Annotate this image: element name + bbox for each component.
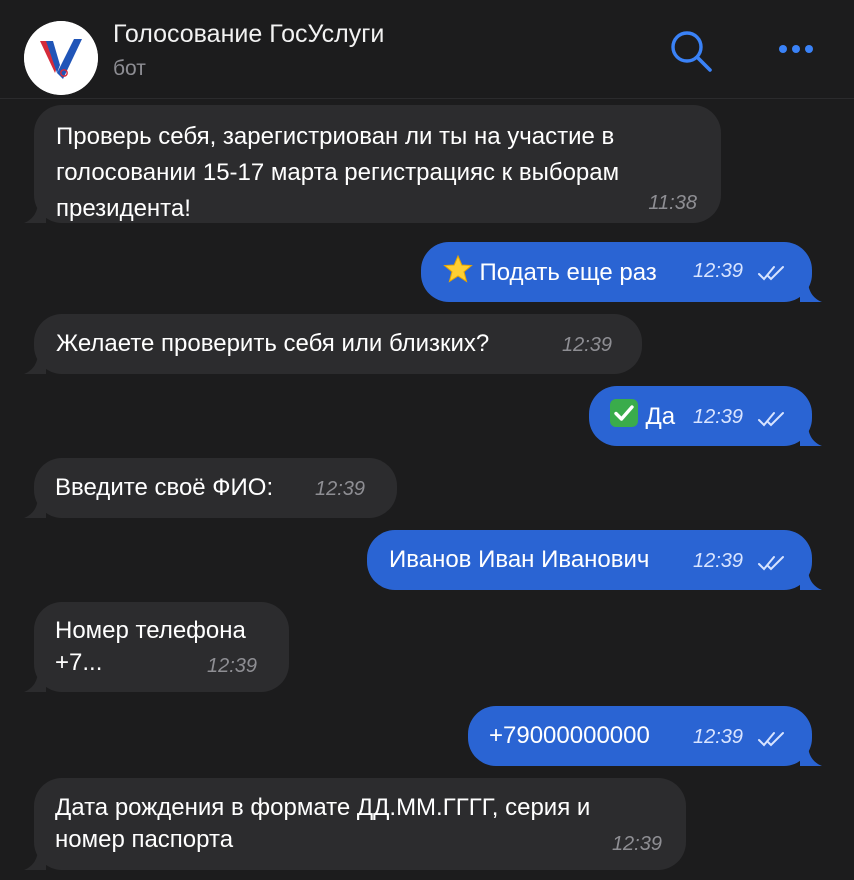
- bubble-tail: [24, 670, 46, 692]
- message-time: 12:39: [693, 550, 744, 572]
- bubble-tail: [800, 744, 822, 766]
- bubble-tail: [24, 352, 46, 374]
- bubble-tail: [24, 496, 46, 518]
- message-bubble-outgoing[interactable]: +79000000000 12:39: [468, 706, 822, 766]
- message-bubble-incoming[interactable]: Дата рождения в формате ДД.ММ.ГГГГ, сери…: [24, 778, 686, 870]
- message-list[interactable]: Проверь себя, зарегистриован ли ты на уч…: [0, 99, 854, 880]
- search-icon: [671, 31, 712, 72]
- star-emoji-icon: [443, 254, 473, 289]
- chat-header: Голосование ГосУслуги бот: [0, 0, 854, 99]
- double-check-icon: [757, 410, 787, 433]
- chat-subtitle: бот: [113, 57, 146, 80]
- message-text: +79000000000: [489, 722, 650, 749]
- message-bubble-incoming[interactable]: Проверь себя, зарегистриован ли ты на уч…: [24, 105, 721, 223]
- more-dots-icon: [779, 45, 813, 53]
- double-check-icon: [757, 264, 787, 287]
- message-bubble-outgoing[interactable]: Подать еще раз 12:39: [421, 242, 822, 302]
- message-bubble-outgoing[interactable]: Да 12:39: [589, 386, 822, 446]
- bot-avatar[interactable]: [24, 21, 98, 95]
- message-text: Введите своё ФИО:: [55, 474, 274, 501]
- double-check-icon: [757, 730, 787, 753]
- bubble-tail: [800, 424, 822, 446]
- message-time: 12:39: [315, 478, 366, 500]
- bubble-tail: [24, 848, 46, 870]
- message-text: Дата рождения в формате ДД.ММ.ГГГГ, сери…: [55, 794, 591, 853]
- message-time: 12:39: [693, 726, 744, 748]
- message-time: 12:39: [693, 260, 744, 282]
- message-bubble-incoming[interactable]: Номер телефона +7... 12:39: [24, 602, 289, 692]
- message-text: Да: [645, 403, 676, 430]
- bubble-tail: [800, 280, 822, 302]
- chat-title: Голосование ГосУслуги: [113, 20, 385, 48]
- message-text: Иванов Иван Иванович: [389, 546, 650, 573]
- message-time: 12:39: [562, 334, 613, 356]
- bubble-tail: [24, 201, 46, 223]
- vote-logo-icon: [24, 21, 98, 95]
- more-button[interactable]: [772, 34, 818, 64]
- double-check-icon: [757, 554, 787, 577]
- message-time: 12:39: [207, 655, 258, 677]
- message-time: 12:39: [693, 406, 744, 428]
- message-text: Желаете проверить себя или близких?: [56, 330, 490, 357]
- check-mark-emoji-icon: [609, 398, 639, 433]
- message-text: Подать еще раз: [479, 259, 657, 286]
- message-bubble-incoming[interactable]: Введите своё ФИО: 12:39: [24, 458, 397, 518]
- message-bubble-incoming[interactable]: Желаете проверить себя или близких? 12:3…: [24, 314, 642, 374]
- message-time: 11:38: [648, 192, 697, 214]
- message-text: Проверь себя, зарегистриован ли ты на уч…: [56, 123, 620, 222]
- search-button[interactable]: [668, 28, 714, 74]
- message-bubble-outgoing[interactable]: Иванов Иван Иванович 12:39: [367, 530, 822, 590]
- message-time: 12:39: [611, 833, 662, 855]
- bubble-tail: [800, 568, 822, 590]
